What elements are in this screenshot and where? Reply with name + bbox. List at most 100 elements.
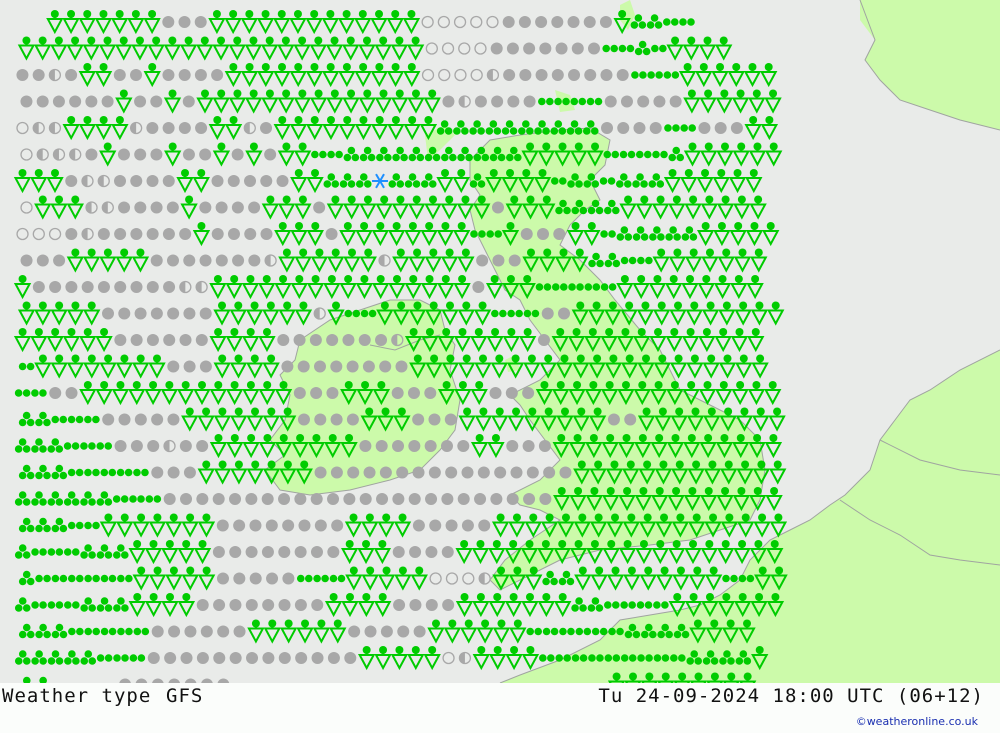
rain-drop bbox=[634, 47, 643, 56]
overcast-icon bbox=[425, 599, 438, 611]
shower-triangle bbox=[212, 97, 230, 114]
overcast-icon bbox=[216, 572, 229, 585]
overcast-icon bbox=[637, 95, 650, 108]
shower-triangle bbox=[208, 124, 226, 141]
rain-shower-icon bbox=[342, 36, 360, 61]
overcast-icon bbox=[184, 625, 197, 638]
rain-shower-icon bbox=[306, 222, 324, 247]
shower-triangle bbox=[261, 97, 279, 114]
clear-sky-icon bbox=[442, 651, 455, 665]
rain-shower-icon bbox=[50, 301, 68, 326]
clear-sky-icon bbox=[48, 227, 62, 241]
overcast-icon bbox=[180, 652, 193, 664]
shower-triangle bbox=[177, 389, 195, 406]
rain-shower-icon bbox=[33, 36, 52, 61]
rain-shower-icon bbox=[636, 301, 655, 326]
rain-icon bbox=[117, 574, 133, 583]
overcast-icon bbox=[114, 228, 127, 240]
shower-triangle bbox=[518, 336, 537, 353]
overcast-icon bbox=[503, 69, 516, 81]
rain-shower-icon bbox=[309, 36, 327, 61]
shower-triangle bbox=[78, 71, 97, 88]
rain-drop bbox=[743, 657, 752, 665]
overcast-icon bbox=[508, 254, 521, 267]
rain-shower-icon bbox=[453, 328, 472, 353]
overcast-icon bbox=[97, 281, 110, 293]
rain-shower-icon bbox=[616, 275, 634, 300]
rain-drop bbox=[559, 627, 567, 636]
map-title: Weather type bbox=[2, 685, 152, 707]
shower-triangle bbox=[326, 203, 345, 220]
rain-drop bbox=[491, 309, 499, 318]
shower-triangle bbox=[225, 336, 244, 353]
overcast-icon bbox=[571, 42, 584, 55]
shower-triangle bbox=[748, 150, 767, 167]
partly-cloudy-icon bbox=[458, 651, 472, 665]
rain-shower-icon bbox=[441, 301, 459, 326]
heavy-rain-icon bbox=[80, 491, 96, 506]
shower-triangle bbox=[470, 442, 489, 459]
shower-triangle bbox=[748, 97, 766, 114]
rain-shower-icon bbox=[700, 142, 718, 167]
rain-drop bbox=[343, 153, 352, 162]
credit-link[interactable]: ©weatheronline.co.uk bbox=[856, 715, 978, 728]
rain-shower-icon bbox=[699, 89, 717, 114]
rain-icon bbox=[84, 574, 100, 583]
rain-drop bbox=[505, 120, 514, 128]
overcast-icon bbox=[164, 652, 177, 664]
overcast-icon bbox=[510, 466, 523, 479]
rain-drop bbox=[327, 150, 335, 159]
overcast-icon bbox=[649, 122, 662, 134]
rain-shower-icon bbox=[666, 36, 684, 61]
shower-triangle bbox=[132, 521, 150, 538]
rain-drop bbox=[567, 180, 575, 188]
rain-drop bbox=[660, 150, 668, 159]
rain-drop bbox=[67, 468, 76, 477]
rain-shower-icon bbox=[443, 619, 462, 644]
overcast-icon bbox=[491, 201, 504, 214]
shower-triangle bbox=[177, 601, 196, 618]
overcast-icon bbox=[441, 546, 454, 558]
shower-triangle bbox=[258, 283, 276, 300]
rain-drop bbox=[352, 309, 361, 318]
rain-drop bbox=[108, 468, 117, 477]
rain-shower-icon bbox=[327, 248, 345, 273]
overcast-icon bbox=[425, 493, 438, 505]
rain-drop bbox=[51, 524, 60, 533]
overcast-icon bbox=[489, 387, 502, 399]
shower-triangle bbox=[509, 627, 527, 644]
partly-cloudy-icon bbox=[458, 95, 471, 108]
rain-drop bbox=[627, 150, 636, 159]
rain-shower-icon bbox=[62, 116, 80, 141]
rain-drop bbox=[485, 127, 494, 135]
rain-shower-icon bbox=[161, 540, 179, 565]
shower-triangle bbox=[322, 124, 340, 141]
overcast-icon bbox=[314, 360, 326, 373]
overcast-icon bbox=[150, 254, 163, 267]
rain-drop bbox=[145, 495, 154, 503]
shower-triangle bbox=[737, 521, 755, 538]
shower-triangle bbox=[294, 309, 313, 326]
shower-triangle bbox=[290, 230, 308, 247]
rain-shower-icon bbox=[713, 275, 732, 300]
shower-triangle bbox=[727, 71, 745, 88]
shower-triangle bbox=[701, 256, 719, 273]
rain-shower-icon bbox=[403, 63, 421, 88]
rain-drop bbox=[396, 146, 404, 155]
rain-shower-icon bbox=[554, 593, 572, 618]
rain-drop bbox=[618, 44, 627, 53]
rain-drop bbox=[347, 180, 356, 188]
rain-icon bbox=[133, 468, 149, 477]
shower-triangle bbox=[391, 97, 409, 114]
rain-drop bbox=[31, 498, 39, 506]
shower-triangle bbox=[225, 389, 244, 406]
rain-shower-icon bbox=[274, 275, 292, 300]
shower-triangle bbox=[733, 256, 752, 273]
overcast-icon bbox=[490, 42, 503, 55]
rain-drop bbox=[400, 153, 408, 162]
rain-shower-icon bbox=[632, 275, 650, 300]
rain-drop bbox=[586, 120, 595, 128]
rain-icon bbox=[14, 389, 31, 397]
rain-icon bbox=[603, 601, 620, 609]
shower-triangle bbox=[342, 44, 360, 61]
